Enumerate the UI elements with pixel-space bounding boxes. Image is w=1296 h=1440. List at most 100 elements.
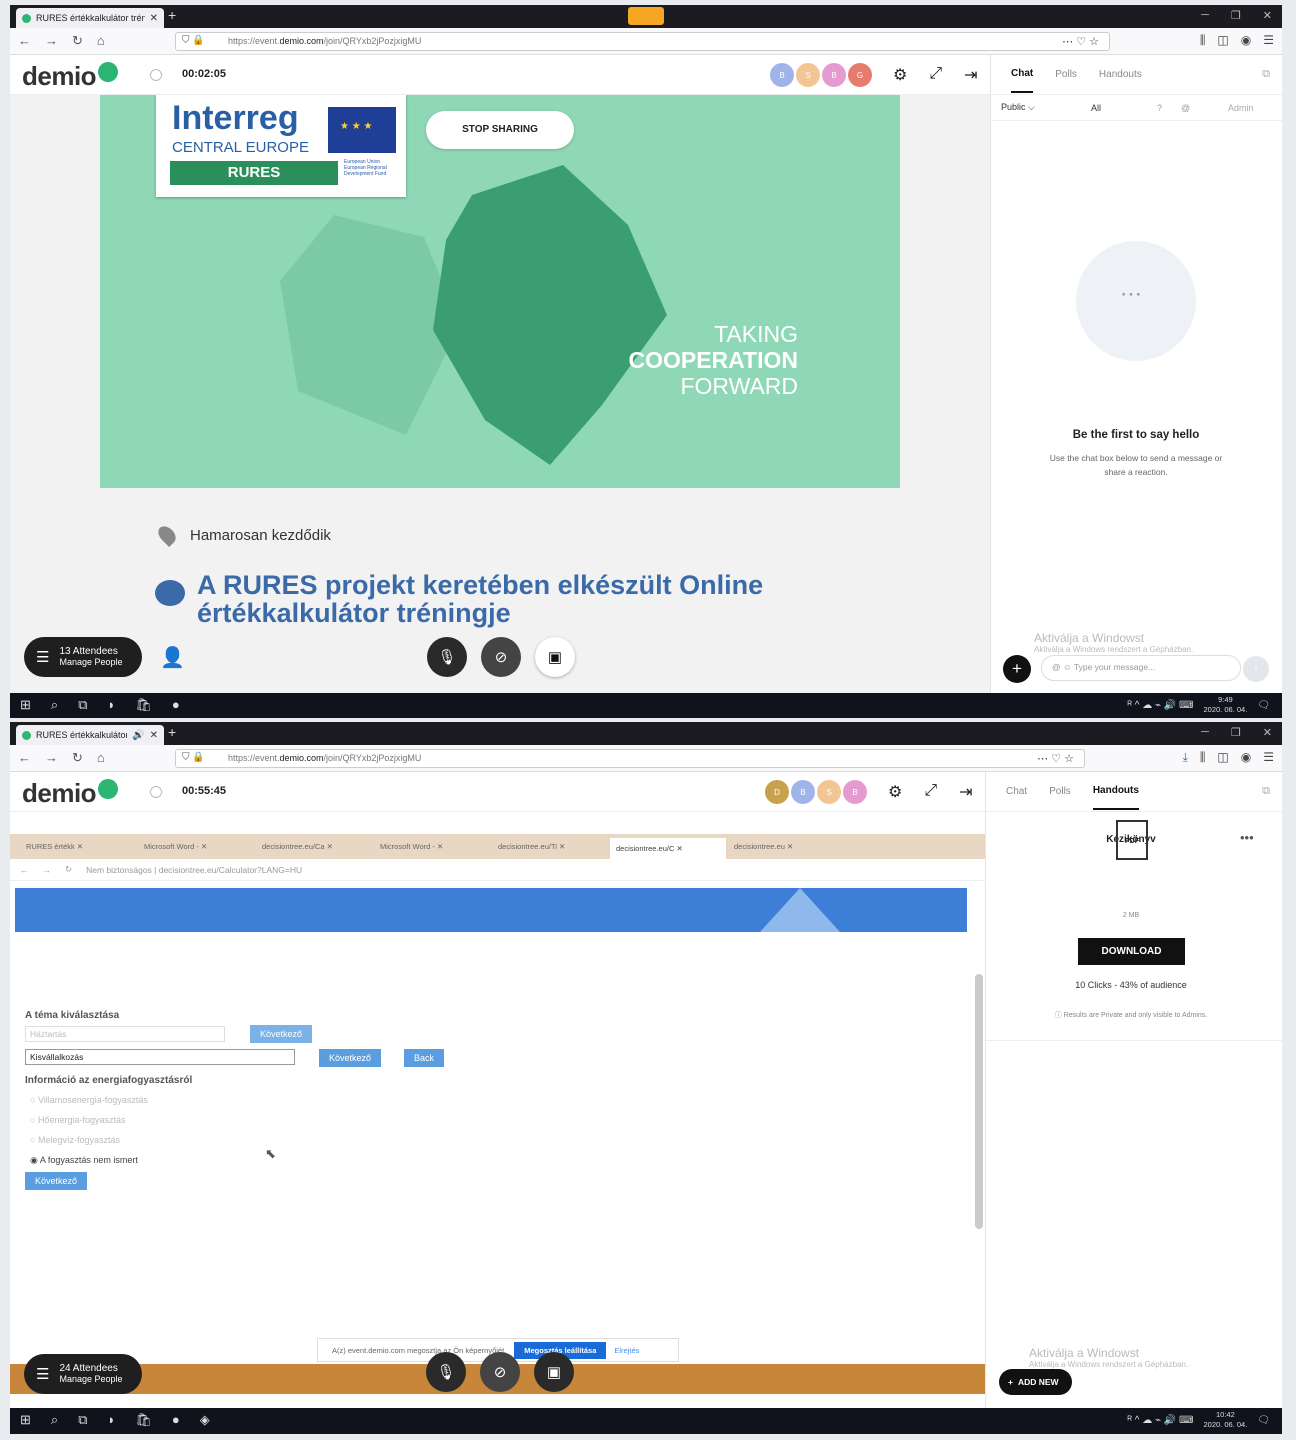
hide-link[interactable]: Elrejtés — [614, 1346, 639, 1355]
address-bar[interactable]: ⛉ 🔒 https://event.demio.com/join/QRYxb2j… — [175, 32, 1110, 51]
restore-icon[interactable]: ❐ — [1231, 726, 1241, 739]
menu-icon[interactable]: ☰ — [1263, 750, 1274, 765]
attendees-button[interactable]: ☰ 24 Attendees Manage People — [24, 1354, 142, 1394]
camera-off-icon[interactable]: ⊘ — [480, 1352, 520, 1392]
empty-chat-title: Be the first to say hello — [1072, 429, 1200, 441]
library-icon[interactable]: ⫼ — [1200, 33, 1206, 48]
browser-tabbar: RURES értékkalkulátor tréning ✕ + ─ ❐ ✕ — [10, 5, 1282, 28]
radio-electricity[interactable]: ○ Villamosenergia-fogyasztás — [30, 1095, 148, 1105]
click-stats: 10 Clicks - 43% of audience — [1075, 980, 1187, 990]
task-view-icon[interactable]: ⧉ — [78, 1412, 87, 1428]
camera-off-icon[interactable]: ⊘ — [481, 637, 521, 677]
tab-handouts[interactable]: Handouts — [1099, 69, 1142, 80]
new-tab-button[interactable]: + — [168, 7, 176, 23]
help-icon[interactable]: ? — [1157, 103, 1162, 113]
minimize-icon[interactable]: ─ — [1201, 726, 1209, 739]
reload-icon[interactable]: ↻ — [72, 750, 83, 766]
windows-start-icon[interactable]: ⊞ — [20, 1412, 31, 1428]
search-icon[interactable]: ⌕ — [51, 1412, 58, 1428]
stop-sharing-button[interactable]: STOP SHARING — [426, 111, 574, 149]
more-options-icon[interactable]: ••• — [1240, 830, 1254, 845]
screen-share-icon[interactable]: ▣ — [534, 1352, 574, 1392]
popout-icon[interactable]: ⧉ — [1262, 785, 1270, 798]
firefox-icon[interactable]: ● — [172, 697, 180, 713]
close-tab-icon[interactable]: ✕ — [150, 13, 158, 24]
sidebar-icon[interactable]: ◫ — [1217, 750, 1228, 765]
firefox-icon[interactable]: ● — [172, 1412, 180, 1428]
account-icon[interactable]: ◉ — [1241, 750, 1251, 765]
next-button[interactable]: Következő — [319, 1049, 382, 1067]
collapse-sidebar-icon[interactable]: ⇥ — [959, 782, 972, 802]
public-dropdown[interactable]: Public ⌵ — [1001, 102, 1035, 113]
next-button-faded[interactable]: Következő — [250, 1025, 313, 1043]
new-tab-button[interactable]: + — [168, 724, 176, 740]
tab-polls[interactable]: Polls — [1055, 69, 1077, 80]
browser-tab[interactable]: RURES értékkalkulátor tréning ✕ — [16, 8, 164, 28]
close-window-icon[interactable]: ✕ — [1263, 726, 1272, 739]
store-icon[interactable]: 🛍 — [135, 697, 152, 713]
reload-icon[interactable]: ↻ — [72, 33, 83, 49]
clock: 9:49 2020. 06. 04. — [1203, 695, 1248, 714]
mic-muted-icon[interactable]: 🎙 — [426, 1352, 466, 1392]
chat-message-input[interactable]: @ ☺ Type your message... — [1041, 655, 1241, 681]
browser-tab[interactable]: RURES értékkalkulátor tréni 🔊 ✕ — [16, 725, 164, 745]
tab-polls[interactable]: Polls — [1049, 786, 1071, 797]
home-icon[interactable]: ⌂ — [97, 750, 105, 766]
library-icon[interactable]: ⫼ — [1200, 750, 1206, 765]
forward-icon[interactable]: → — [45, 750, 58, 766]
all-filter[interactable]: All — [1091, 103, 1101, 113]
audio-playing-icon[interactable]: 🔊 — [132, 730, 144, 741]
close-window-icon[interactable]: ✕ — [1263, 9, 1272, 22]
task-view-icon[interactable]: ⧉ — [78, 697, 87, 713]
download-button[interactable]: DOWNLOAD — [1078, 938, 1185, 965]
settings-gear-icon[interactable]: ⚙ — [893, 65, 907, 85]
menu-icon[interactable]: ☰ — [1263, 33, 1274, 48]
store-icon[interactable]: 🛍 — [135, 1412, 152, 1428]
tab-chat[interactable]: Chat — [1006, 786, 1027, 797]
radio-hotwater[interactable]: ○ Melegvíz-fogyasztás — [30, 1135, 120, 1145]
sidebar-icon[interactable]: ◫ — [1217, 33, 1228, 48]
screen-share-icon[interactable]: ▣ — [535, 637, 575, 677]
page-actions-icon[interactable]: ⋯ ♡ ☆ — [1062, 35, 1099, 48]
fullscreen-icon[interactable]: ⤢ — [929, 65, 942, 85]
forward-icon[interactable]: → — [45, 33, 58, 49]
back-icon[interactable]: ← — [18, 33, 31, 49]
close-tab-icon[interactable]: ✕ — [150, 730, 158, 741]
calculator-banner — [15, 888, 967, 932]
collapse-sidebar-icon[interactable]: ⇥ — [964, 65, 977, 85]
address-bar[interactable]: ⛉ 🔒 https://event.demio.com/join/QRYxb2j… — [175, 749, 1085, 768]
back-button[interactable]: Back — [404, 1049, 445, 1067]
tab-handouts[interactable]: Handouts — [1092, 773, 1139, 810]
radio-heat[interactable]: ○ Hőenergia-fogyasztás — [30, 1115, 126, 1125]
edge-icon[interactable]: ◗ — [107, 1412, 115, 1428]
minimize-icon[interactable]: ─ — [1201, 9, 1209, 22]
account-icon[interactable]: ◉ — [1241, 33, 1251, 48]
home-icon[interactable]: ⌂ — [97, 33, 105, 49]
add-new-button[interactable]: + ADD NEW — [999, 1369, 1072, 1395]
notifications-icon[interactable]: 🗨 — [1257, 1415, 1270, 1426]
next-bottom-button[interactable]: Következő — [25, 1172, 88, 1190]
eu-funding-text: European Union European Regional Develop… — [344, 159, 387, 177]
restore-icon[interactable]: ❐ — [1231, 9, 1241, 22]
attendees-button[interactable]: ☰ 13 Attendees Manage People — [24, 637, 142, 677]
search-icon[interactable]: ⌕ — [51, 697, 58, 713]
admin-filter[interactable]: Admin — [1228, 103, 1254, 113]
mention-icon[interactable]: @ — [1181, 103, 1190, 113]
radio-unknown[interactable]: ◉ A fogyasztás nem ismert — [30, 1155, 138, 1166]
popout-icon[interactable]: ⧉ — [1262, 68, 1270, 81]
tab-chat[interactable]: Chat — [1011, 56, 1034, 93]
fullscreen-icon[interactable]: ⤢ — [924, 782, 937, 802]
app-icon[interactable]: ◈ — [200, 1412, 210, 1428]
page-actions-icon[interactable]: ⋯ ♡ ☆ — [1037, 752, 1074, 765]
category-select[interactable]: Kisvállalkozás — [25, 1049, 295, 1065]
mic-muted-icon[interactable]: 🎙 — [427, 637, 467, 677]
category-select-faded[interactable]: Háztartás — [25, 1026, 225, 1042]
notifications-icon[interactable]: 🗨 — [1257, 700, 1270, 711]
send-icon[interactable]: ↑ — [1243, 656, 1269, 682]
back-icon[interactable]: ← — [18, 750, 31, 766]
reaction-plus-button[interactable]: + — [1003, 655, 1031, 683]
settings-gear-icon[interactable]: ⚙ — [888, 782, 902, 802]
windows-start-icon[interactable]: ⊞ — [20, 697, 31, 713]
edge-icon[interactable]: ◗ — [107, 697, 115, 713]
download-icon[interactable]: ⤓ — [1183, 750, 1188, 765]
